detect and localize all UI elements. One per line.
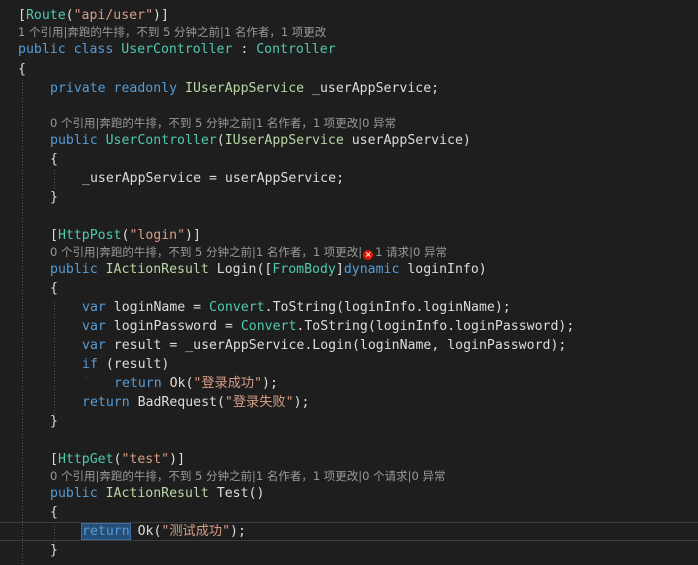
selected-keyword[interactable]: return [81, 523, 131, 540]
punctuation: ); [262, 376, 278, 391]
code-line-field[interactable]: private readonly IUserAppService _userAp… [50, 79, 439, 98]
code-line-class-declaration[interactable]: public class UserController : Controller [18, 40, 336, 59]
keyword: public [50, 133, 98, 148]
identifier: userAppService) [343, 133, 471, 148]
code-line-open-brace[interactable]: { [50, 279, 58, 298]
code-editor[interactable]: [Route("api/user")] 1 个引用|奔跑的牛排，不到 5 分钟之… [0, 0, 698, 565]
code-line-return-ok[interactable]: return Ok("登录成功"); [114, 374, 278, 393]
identifier: _userAppService; [304, 81, 440, 96]
identifier: loginInfo) [399, 262, 487, 277]
code-line-assignment[interactable]: _userAppService = userAppService; [82, 169, 344, 188]
code-line-close-brace[interactable]: } [50, 412, 58, 431]
interface-name: IUserAppService [185, 81, 305, 96]
code-line-if[interactable]: if (result) [82, 355, 169, 374]
paren: ( [216, 133, 225, 148]
keyword: readonly [113, 81, 178, 96]
string-literal: "test" [121, 452, 170, 467]
codelens-text: 0 个引用|奔跑的牛排，不到 5 分钟之前|1 名作者，1 项更改| [50, 245, 363, 259]
keyword: return [82, 395, 130, 410]
code-line-login-name[interactable]: var loginName = Convert.ToString(loginIn… [82, 298, 511, 317]
code-line-httpget-attribute[interactable]: [HttpGet("test")] [50, 450, 185, 469]
keyword: var [82, 338, 106, 353]
code-line-return-test[interactable]: return Ok("测试成功"); [81, 522, 246, 541]
string-literal: "login" [129, 228, 186, 243]
keyword: class [73, 42, 114, 57]
string-literal: "测试成功" [161, 524, 231, 539]
bracket: [ [50, 228, 58, 243]
code-line-login-password[interactable]: var loginPassword = Convert.ToString(log… [82, 317, 574, 336]
keyword: return [114, 376, 162, 391]
code-line-login-signature[interactable]: public IActionResult Login([FromBody]dyn… [50, 260, 487, 279]
keyword: public [18, 42, 66, 57]
interface-name: IActionResult [105, 262, 209, 277]
class-name: UserController [121, 42, 233, 57]
code-line-result[interactable]: var result = _userAppService.Login(login… [82, 336, 566, 355]
attribute-name: HttpPost [57, 228, 122, 243]
method-name: Login( [208, 262, 265, 277]
bracket: )] [185, 228, 201, 243]
identifier: result = _userAppService.Login(loginName… [105, 338, 567, 353]
code-line-close-brace[interactable]: } [50, 188, 58, 207]
bracket: [ [50, 452, 58, 467]
code-line-test-signature[interactable]: public IActionResult Test() [50, 484, 264, 503]
method-call: BadRequest( [129, 395, 225, 410]
keyword: dynamic [343, 262, 400, 277]
code-line-close-brace[interactable]: } [50, 541, 58, 560]
identifier: loginPassword = [105, 319, 241, 334]
keyword: if [82, 357, 98, 372]
paren: ( [65, 8, 74, 23]
codelens-requests[interactable]: 1 请求|0 异常 [375, 245, 447, 259]
bracket: [ [18, 8, 26, 23]
class-name: UserController [105, 133, 217, 148]
bracket: )] [169, 452, 186, 467]
codelens-class[interactable]: 1 个引用|奔跑的牛排，不到 5 分钟之前|1 名作者，1 项更改 [18, 25, 326, 40]
method-name: Test() [208, 486, 265, 501]
keyword: var [82, 319, 106, 334]
punctuation: ); [230, 524, 246, 539]
keyword: private [50, 81, 106, 96]
class-name: Convert [240, 319, 297, 334]
codelens-test[interactable]: 0 个引用|奔跑的牛排，不到 5 分钟之前|1 名作者，1 项更改|0 个请求|… [50, 469, 445, 484]
base-class-name: Controller [256, 42, 336, 57]
bracket: )] [153, 8, 169, 23]
code-line-open-brace[interactable]: { [50, 150, 58, 169]
attribute-name: HttpGet [57, 452, 114, 467]
string-literal: "登录失败" [224, 395, 294, 410]
keyword: public [50, 486, 98, 501]
code-line-return-badrequest[interactable]: return BadRequest("登录失败"); [82, 393, 309, 412]
code-line-route-attribute[interactable]: [Route("api/user")] [18, 6, 169, 25]
punctuation: : [232, 42, 257, 57]
attribute-name: Route [25, 8, 66, 23]
identifier: .ToString(loginInfo.loginName); [264, 300, 511, 315]
string-literal: "api/user" [73, 8, 154, 23]
method-call: Ok( [129, 524, 162, 539]
identifier: (result) [97, 357, 170, 372]
code-line-httppost-attribute[interactable]: [HttpPost("login")] [50, 226, 201, 245]
class-name: Convert [209, 300, 265, 315]
interface-name: IActionResult [105, 486, 209, 501]
interface-name: IUserAppService [224, 133, 344, 148]
code-line-open-brace[interactable]: { [18, 60, 26, 79]
method-call: Ok( [161, 376, 194, 391]
code-line-constructor[interactable]: public UserController(IUserAppService us… [50, 131, 471, 150]
codelens-constructor[interactable]: 0 个引用|奔跑的牛排，不到 5 分钟之前|1 名作者，1 项更改|0 异常 [50, 116, 396, 131]
code-line-open-brace[interactable]: { [50, 503, 58, 522]
punctuation: ); [293, 395, 310, 410]
string-literal: "登录成功" [193, 376, 263, 391]
keyword: public [50, 262, 98, 277]
attribute-name: FromBody [272, 262, 336, 277]
bracket: ] [335, 262, 344, 277]
keyword: var [82, 300, 106, 315]
identifier: loginName = [105, 300, 210, 315]
identifier: .ToString(loginInfo.loginPassword); [296, 319, 575, 334]
error-icon: × [363, 250, 374, 260]
codelens-login[interactable]: 0 个引用|奔跑的牛排，不到 5 分钟之前|1 名作者，1 项更改| × 1 请求|… [50, 245, 447, 260]
